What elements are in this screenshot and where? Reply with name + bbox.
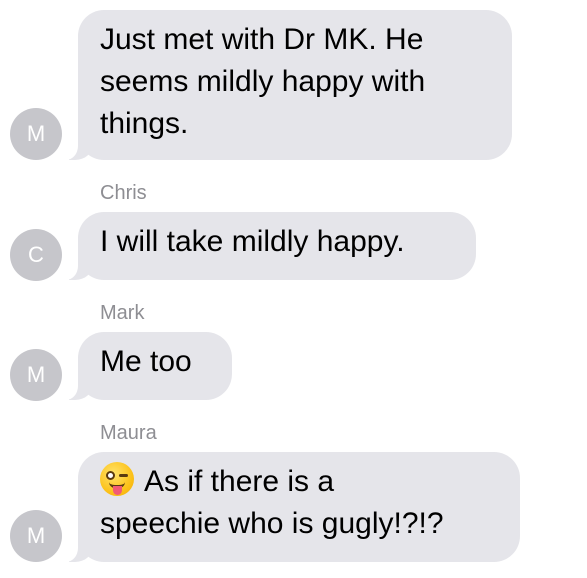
sender-name: Chris — [100, 182, 147, 204]
message-bubble[interactable]: Just met with Dr MK. He seems mildly hap… — [56, 10, 512, 160]
message-text: Me too — [100, 345, 192, 378]
avatar-initial: M — [26, 362, 46, 387]
avatar[interactable]: M — [10, 510, 62, 562]
winking-face-with-tongue-icon — [100, 462, 134, 496]
message-text: Just met with Dr MK. He seems mildly hap… — [100, 23, 426, 140]
message-text: As if there is a speechie who is gugly!?… — [100, 461, 498, 545]
avatar[interactable]: M — [10, 349, 62, 401]
message-bubble[interactable]: Me too — [56, 332, 232, 400]
message-text: I will take mildly happy. — [100, 225, 405, 258]
avatar[interactable]: C — [10, 229, 62, 281]
avatar-initial: M — [26, 121, 46, 146]
sender-name: Maura — [100, 422, 157, 444]
sender-name: Mark — [100, 302, 145, 324]
message-bubble[interactable]: I will take mildly happy. — [56, 212, 476, 280]
message-bubble[interactable]: As if there is a speechie who is gugly!?… — [56, 452, 520, 562]
avatar-initial: C — [28, 242, 44, 267]
avatar-initial: M — [26, 523, 46, 548]
avatar[interactable]: M — [10, 108, 62, 160]
message-text-content: As if there is a speechie who is gugly!?… — [100, 465, 444, 540]
